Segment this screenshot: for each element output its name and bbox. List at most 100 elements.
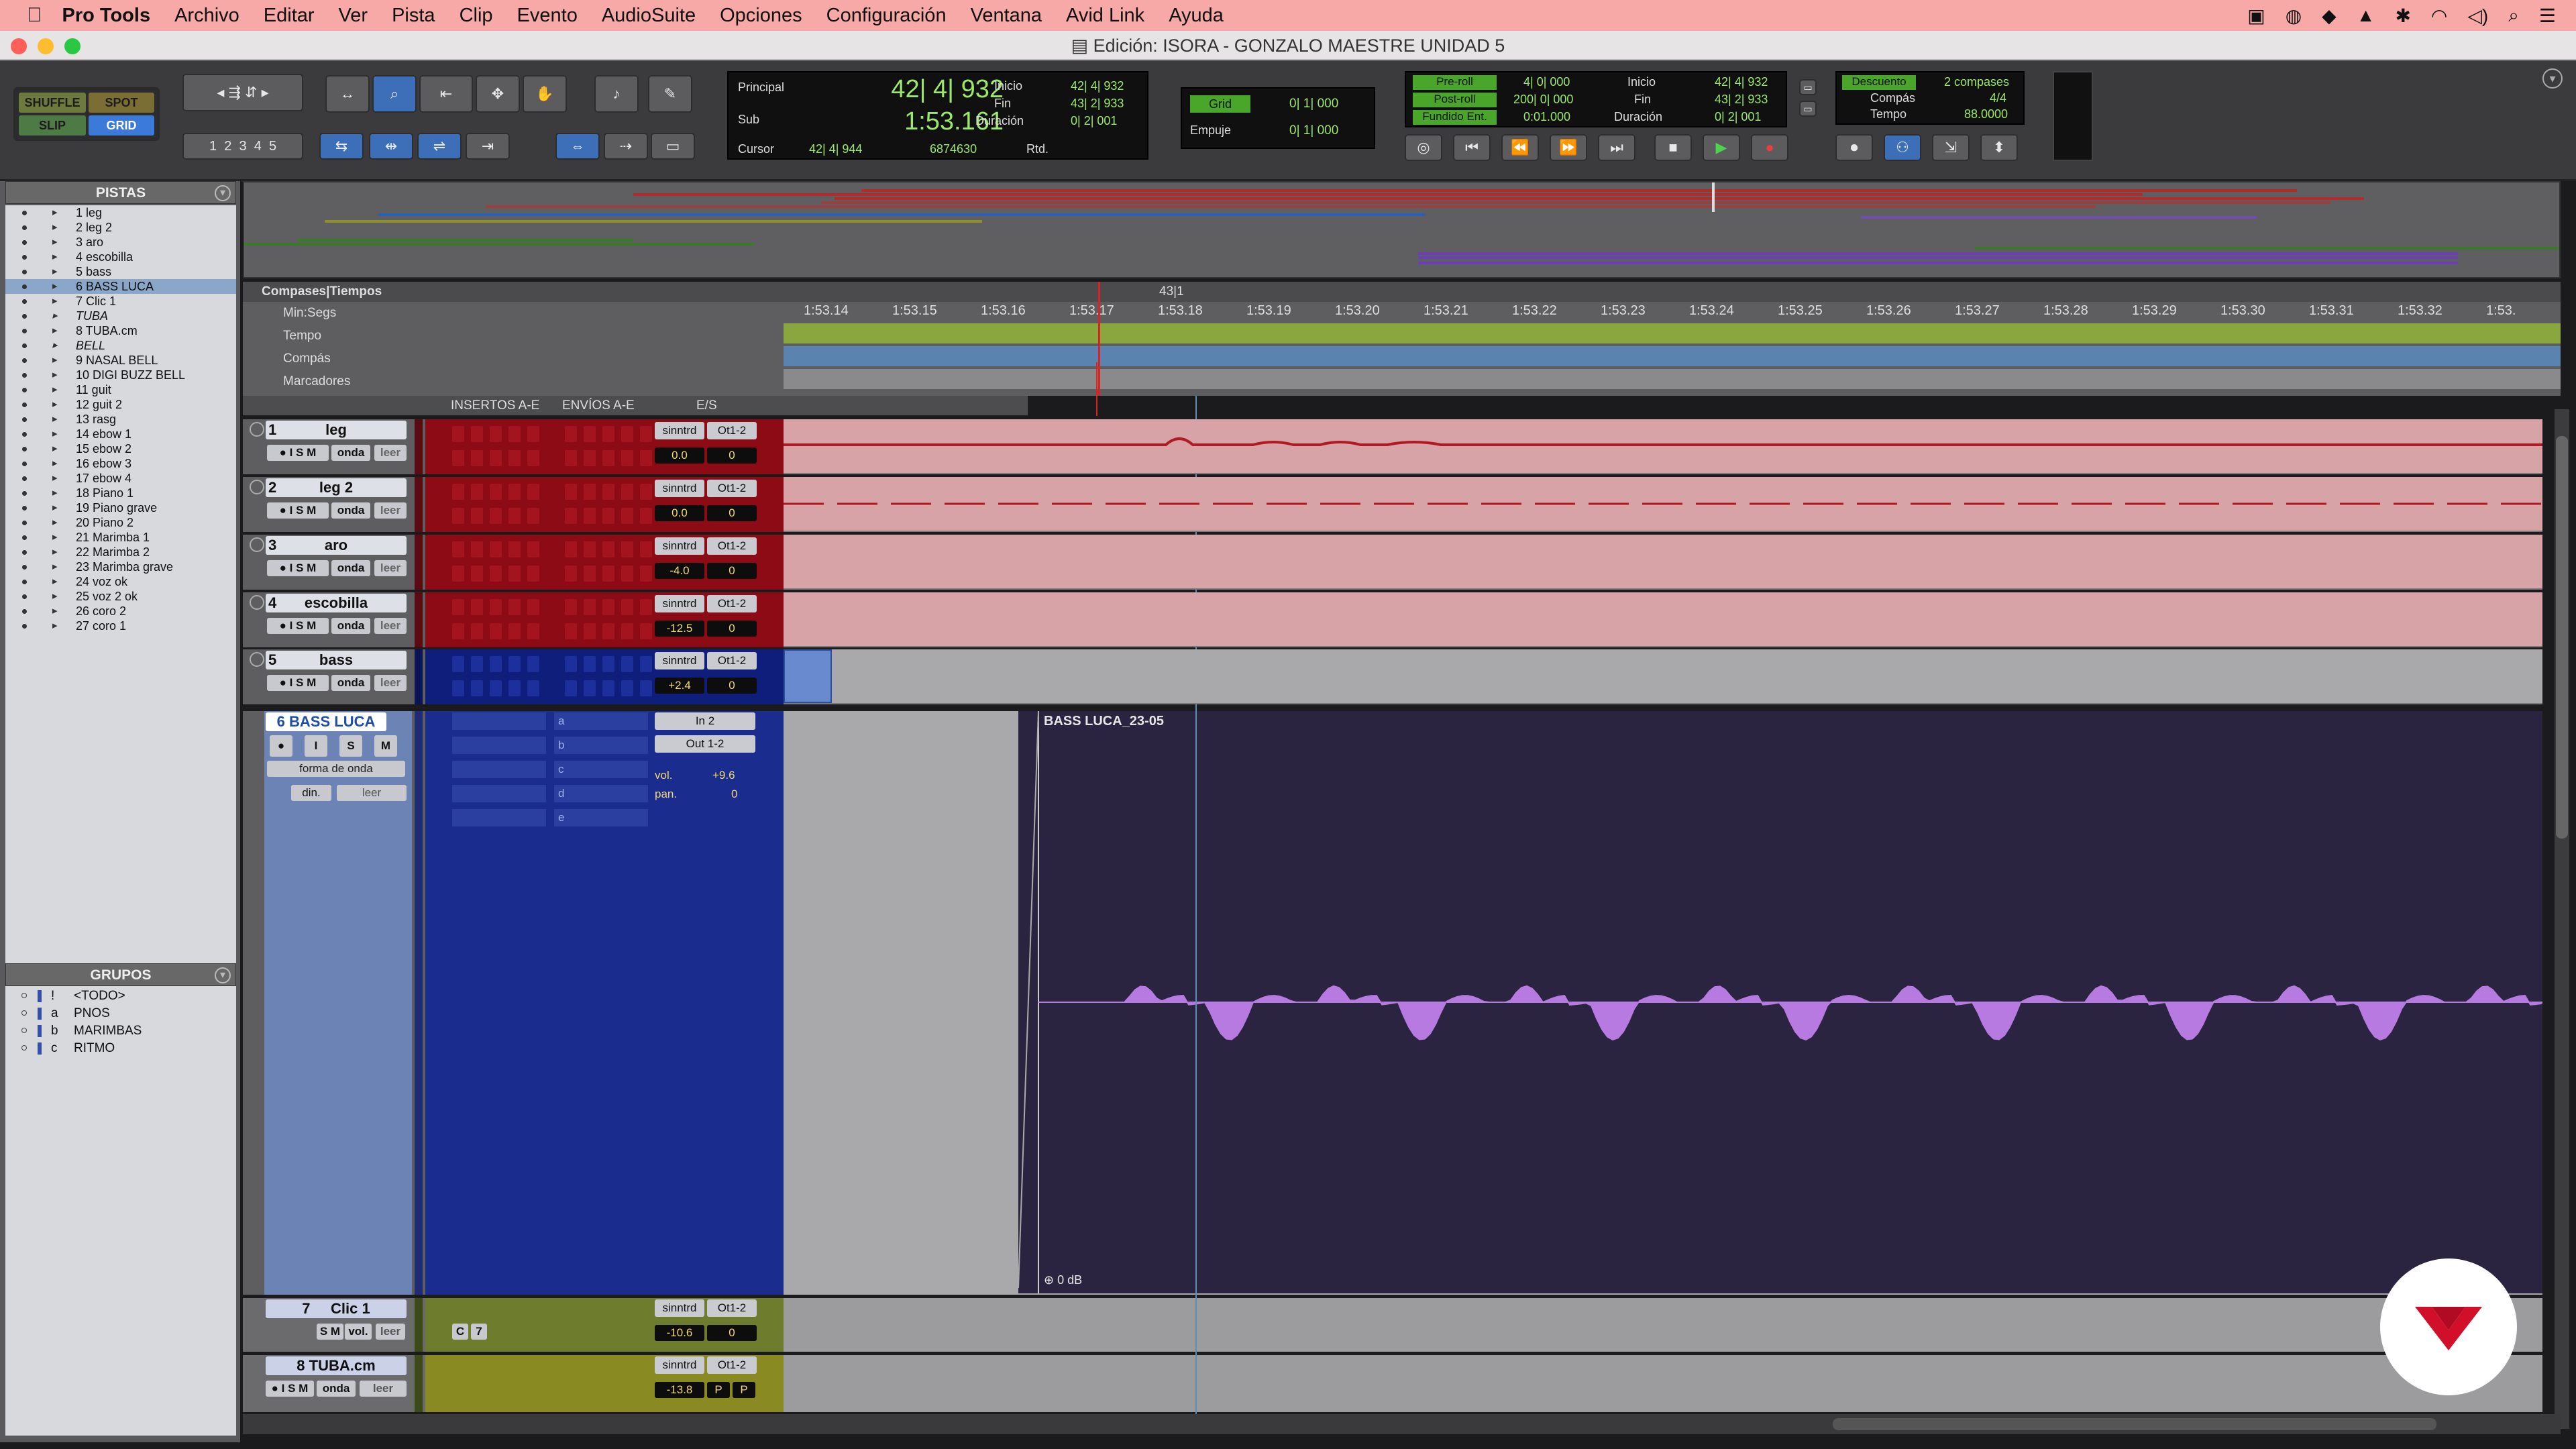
expand-icon[interactable]: ▸ (52, 456, 58, 471)
send-slot[interactable] (452, 623, 464, 639)
expand-icon[interactable]: ▸ (52, 545, 58, 559)
track-list-item[interactable]: ▸ 5 bass (5, 264, 236, 279)
bass-luca-output-select[interactable]: Out 1-2 (655, 735, 755, 753)
show-hide-icon[interactable] (22, 314, 27, 319)
track-list-item[interactable]: ▸ 2 leg 2 (5, 220, 236, 235)
insert-slot[interactable] (452, 599, 464, 615)
track-input[interactable]: sinntrd (655, 480, 704, 497)
zoom-controls[interactable]: ◂ ⇶ ⇵ ▸ (182, 74, 303, 111)
track-pan[interactable]: 0 (707, 563, 757, 579)
track-rism-buttons[interactable]: ● I S M (267, 675, 329, 691)
send-slot[interactable] (490, 680, 502, 696)
send-slot[interactable] (584, 450, 596, 466)
expand-icon[interactable]: ▸ (52, 486, 58, 500)
send-slot[interactable] (471, 680, 483, 696)
insert-slot[interactable] (565, 599, 577, 615)
grid-value[interactable]: 0| 1| 000 (1289, 97, 1338, 111)
insert-slot[interactable] (621, 484, 633, 500)
send-slot[interactable] (584, 566, 596, 582)
group-active-icon[interactable] (21, 1010, 27, 1016)
track-list-item[interactable]: ▸ 26 coro 2 (5, 604, 236, 619)
menu-ventana[interactable]: Ventana (971, 5, 1042, 27)
expand-icon[interactable]: ▸ (52, 574, 58, 589)
track-name[interactable]: 3 aro (266, 536, 407, 555)
insert-slot[interactable] (640, 656, 652, 672)
send-slot[interactable] (527, 680, 539, 696)
groups-menu-icon[interactable]: ▾ (215, 967, 231, 983)
track-list-item[interactable]: ▸ 8 TUBA.cm (5, 323, 236, 338)
bass-clip[interactable] (784, 649, 832, 703)
online-icon[interactable]: ◎ (1405, 134, 1442, 161)
send-slot[interactable] (565, 680, 577, 696)
postroll-value[interactable]: 200| 0| 000 (1513, 93, 1573, 107)
show-hide-icon[interactable] (22, 417, 27, 422)
show-hide-icon[interactable] (22, 491, 27, 496)
track-view-select[interactable]: onda (331, 618, 370, 634)
insert-slot[interactable] (527, 484, 539, 500)
track-name[interactable]: 2 leg 2 (266, 478, 407, 497)
tuba-input[interactable]: sinntrd (655, 1356, 704, 1374)
send-slot[interactable] (584, 623, 596, 639)
insert-slot[interactable] (584, 426, 596, 442)
tuba-vol[interactable]: -13.8 (655, 1382, 704, 1398)
expand-icon[interactable]: ▸ (52, 500, 58, 515)
send-slot[interactable] (565, 450, 577, 466)
show-hide-icon[interactable] (22, 447, 27, 451)
show-hide-icon[interactable] (22, 358, 27, 363)
tuba-pan-r[interactable]: P (733, 1382, 755, 1398)
zoom-presets[interactable]: 1 2 3 4 5 (182, 133, 303, 160)
send-slot[interactable] (490, 508, 502, 524)
expand-icon[interactable]: ▸ (52, 279, 58, 294)
menu-clip[interactable]: Clip (460, 5, 493, 27)
clic-auto[interactable]: leer (376, 1324, 405, 1340)
expand-icon[interactable]: ▸ (52, 382, 58, 397)
go-to-end-icon[interactable]: ⏭ (1598, 134, 1635, 161)
insert-slot[interactable] (602, 656, 614, 672)
send-slot[interactable] (527, 623, 539, 639)
track-name[interactable]: 1 leg (266, 421, 407, 439)
show-hide-icon[interactable] (22, 432, 27, 437)
show-hide-icon[interactable] (22, 624, 27, 629)
send-slot[interactable] (490, 623, 502, 639)
insert-slot[interactable] (602, 541, 614, 557)
tab-transient-icon[interactable]: ⇥ (466, 133, 510, 160)
track-pan[interactable]: 0 (707, 505, 757, 521)
track-rism-buttons[interactable]: ● I S M (267, 445, 329, 461)
expand-icon[interactable]: ▸ (52, 604, 58, 619)
view-toggle-icon[interactable]: ▭ (651, 133, 695, 160)
track-output[interactable]: Ot1-2 (707, 652, 757, 669)
vertical-scrollbar[interactable] (2555, 409, 2569, 1429)
menu-editar[interactable]: Editar (264, 5, 315, 27)
send-slot[interactable]: d (554, 785, 648, 802)
track-list-item[interactable]: ▸ BELL (5, 338, 236, 353)
countoff-button[interactable]: Descuento (1842, 75, 1916, 90)
zoom-preset-1[interactable]: 1 (209, 139, 217, 154)
group-list-item[interactable]: ! <TODO> (5, 987, 236, 1005)
menu-avid-link[interactable]: Avid Link (1066, 5, 1144, 27)
send-slot[interactable] (452, 508, 464, 524)
bass-luca-input[interactable]: I (305, 735, 327, 757)
insert-slot[interactable] (490, 599, 502, 615)
insert-slot[interactable] (452, 541, 464, 557)
track-list-item[interactable]: ▸ 3 aro (5, 235, 236, 250)
show-hide-icon[interactable] (22, 211, 27, 215)
return-to-zero-icon[interactable]: ⏮ (1453, 134, 1491, 161)
toolbar-menu-icon[interactable]: ▾ (2542, 68, 2563, 89)
hand-tool-icon[interactable]: ✋ (523, 75, 567, 113)
menu-list-icon[interactable]: ☰ (2539, 5, 2556, 27)
track-list-item[interactable]: ▸ 23 Marimba grave (5, 559, 236, 574)
expand-icon[interactable]: ▸ (52, 309, 58, 323)
show-hide-icon[interactable] (22, 462, 27, 466)
bass-luca-din[interactable]: din. (291, 785, 331, 801)
expand-icon[interactable]: ▸ (52, 471, 58, 486)
insert-slot[interactable] (527, 541, 539, 557)
track-list-item[interactable]: ▸ 15 ebow 2 (5, 441, 236, 456)
insert-slot[interactable] (471, 426, 483, 442)
send-slot[interactable] (471, 566, 483, 582)
record-icon[interactable]: ● (1751, 134, 1788, 161)
minsecs-ruler-label[interactable]: Min:Segs (283, 306, 336, 321)
universe-overview[interactable] (243, 181, 2561, 278)
menu-configuracion[interactable]: Configuración (826, 5, 947, 27)
track-output[interactable]: Ot1-2 (707, 537, 757, 555)
track-volume[interactable]: 0.0 (655, 505, 704, 521)
